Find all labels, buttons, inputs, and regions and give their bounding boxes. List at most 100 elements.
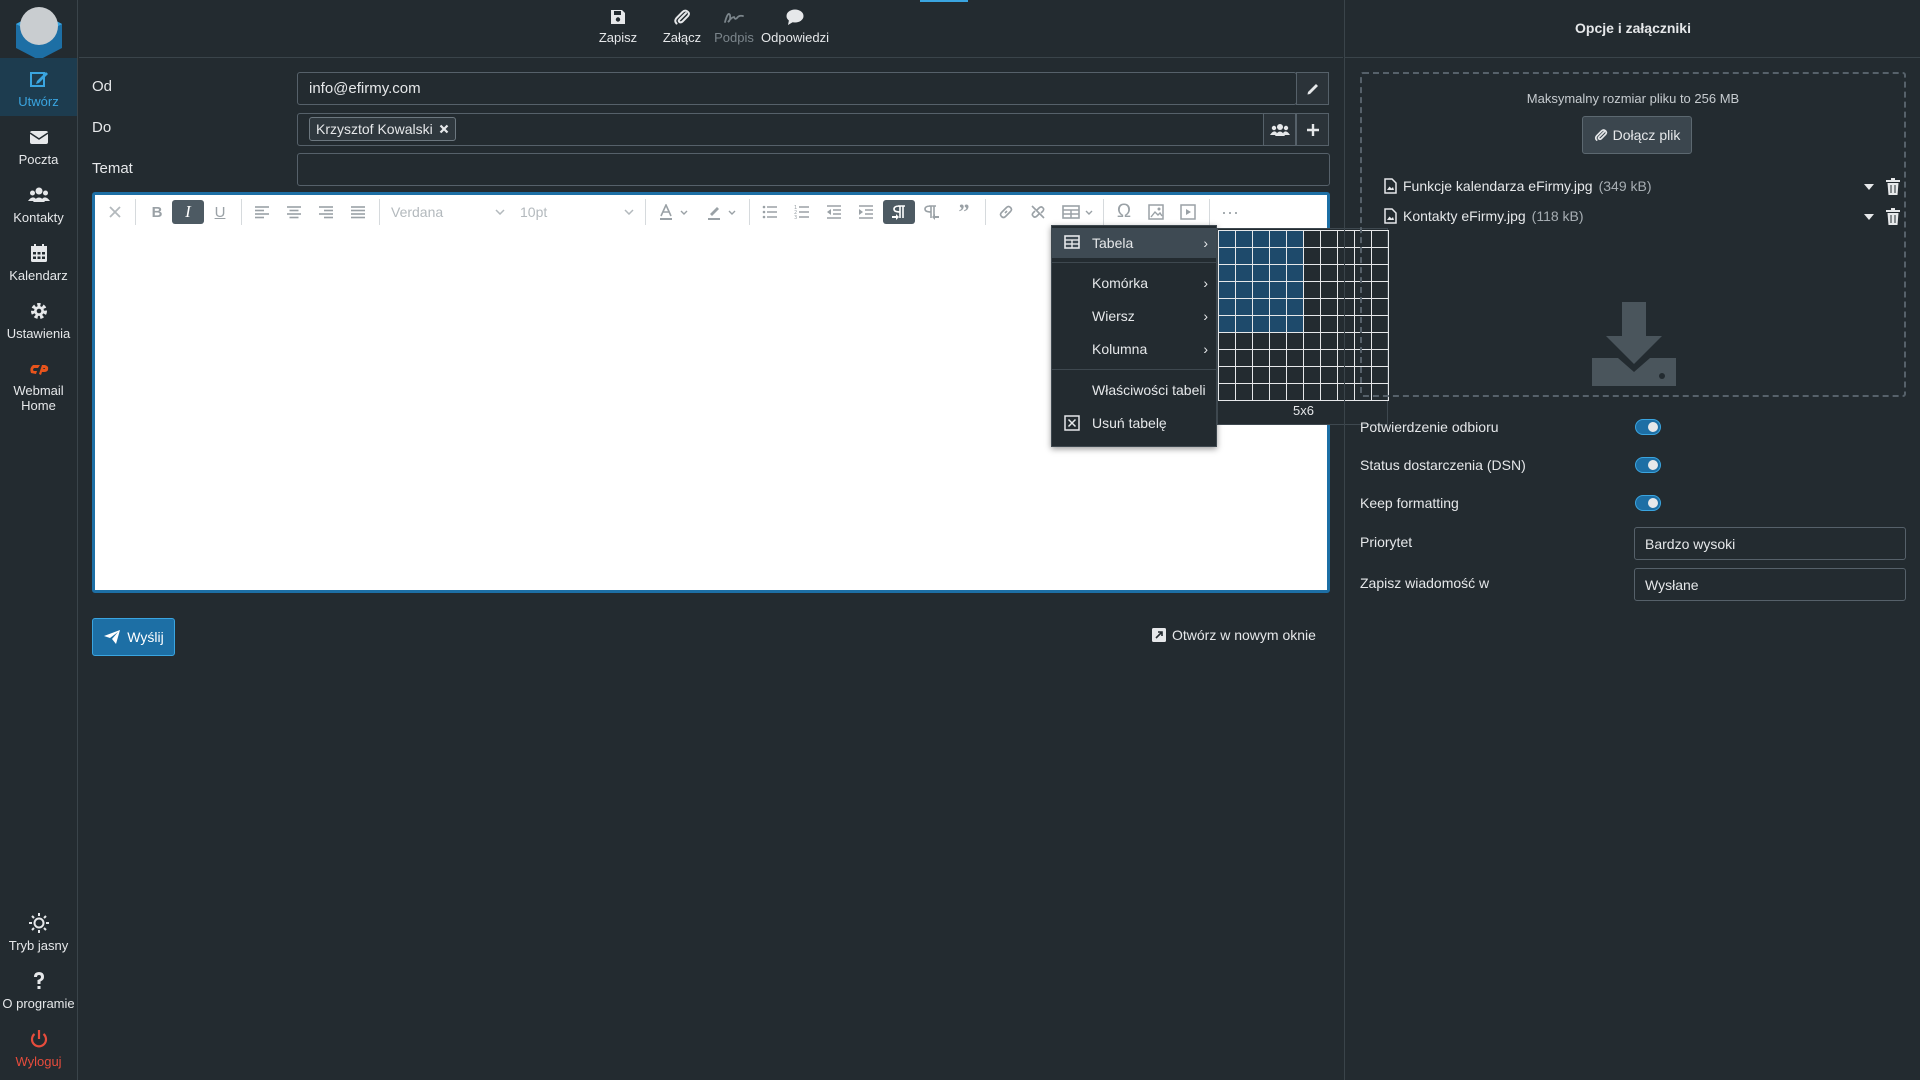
image-icon[interactable] xyxy=(1141,200,1171,224)
menu-item-cell[interactable]: Komórka › xyxy=(1052,268,1216,298)
priority-label: Priorytet xyxy=(1360,534,1413,550)
to-label: Do xyxy=(92,119,112,136)
font-size-select[interactable]: 10pt xyxy=(516,200,638,224)
loading-indicator xyxy=(920,0,968,2)
options-panel-title: Opcje i załączniki xyxy=(1575,20,1691,36)
nav-mail[interactable]: Poczta xyxy=(0,126,77,176)
priority-select[interactable]: Bardzo wysoki xyxy=(1634,527,1906,560)
from-label: Od xyxy=(92,78,113,95)
read-receipt-toggle[interactable] xyxy=(1635,419,1661,435)
italic-icon[interactable]: I xyxy=(172,200,204,224)
align-center-icon[interactable] xyxy=(279,200,309,224)
responses-label: Odpowiedzi xyxy=(761,30,829,45)
delete-table-icon xyxy=(1064,415,1080,431)
attachment-item[interactable]: Kontakty eFirmy.jpg (118 kB) xyxy=(1384,208,1584,224)
attachment-name: Funkcje kalendarza eFirmy.jpg xyxy=(1403,178,1593,194)
font-family-value: Verdana xyxy=(391,204,444,220)
chevron-right-icon: › xyxy=(1203,308,1208,324)
app-logo[interactable] xyxy=(12,4,66,60)
signature-button[interactable]: Podpis xyxy=(709,8,759,45)
remove-recipient-icon[interactable] xyxy=(439,124,449,134)
signature-icon xyxy=(724,13,744,23)
file-image-icon xyxy=(1384,208,1397,224)
keep-formatting-toggle[interactable] xyxy=(1635,495,1661,511)
paperclip-icon xyxy=(1594,129,1607,141)
menu-item-row[interactable]: Wiersz › xyxy=(1052,301,1216,331)
plus-icon xyxy=(1306,123,1319,136)
save-button[interactable]: Zapisz xyxy=(591,8,645,45)
align-right-icon[interactable] xyxy=(311,200,341,224)
save-in-label: Zapisz wiadomość w xyxy=(1360,575,1490,591)
underline-icon[interactable]: U xyxy=(205,200,235,224)
table-icon[interactable] xyxy=(1057,200,1097,224)
signature-label: Podpis xyxy=(714,30,754,45)
font-size-value: 10pt xyxy=(520,204,548,220)
responses-button[interactable]: Odpowiedzi xyxy=(759,8,831,45)
text-color-icon[interactable] xyxy=(651,200,695,224)
toolbar-separator xyxy=(241,199,242,225)
nav-webmail-home[interactable]: Webmail Home xyxy=(0,357,77,417)
clear-format-icon[interactable] xyxy=(103,200,127,224)
nav-light-mode-label: Tryb jasny xyxy=(8,938,69,953)
bold-icon[interactable]: B xyxy=(142,200,172,224)
toolbar-separator xyxy=(1103,199,1104,225)
blockquote-icon[interactable]: ” xyxy=(949,199,979,224)
attachment-size: (118 kB) xyxy=(1531,208,1584,224)
recipient-chip[interactable]: Krzysztof Kowalski xyxy=(309,117,456,141)
trash-icon[interactable] xyxy=(1886,178,1900,195)
numbered-list-icon[interactable]: 123 xyxy=(787,200,817,224)
chevron-down-icon xyxy=(624,209,634,215)
attachment-item[interactable]: Funkcje kalendarza eFirmy.jpg (349 kB) xyxy=(1384,178,1652,194)
indent-icon[interactable] xyxy=(851,200,881,224)
question-icon xyxy=(33,972,44,989)
pencil-icon xyxy=(1307,83,1318,94)
send-button[interactable]: Wyślij xyxy=(92,618,175,656)
envelope-icon xyxy=(29,131,48,144)
more-options-icon[interactable]: ··· xyxy=(1215,200,1245,224)
font-family-select[interactable]: Verdana xyxy=(387,200,509,224)
from-field[interactable]: info@efirmy.com xyxy=(297,72,1297,105)
align-left-icon[interactable] xyxy=(247,200,277,224)
nav-logout[interactable]: Wyloguj xyxy=(0,1028,77,1078)
highlight-color-icon[interactable] xyxy=(699,200,743,224)
menu-item-cell-label: Komórka xyxy=(1092,275,1149,291)
menu-item-table-properties[interactable]: Właściwości tabeli xyxy=(1052,375,1216,405)
unlink-icon[interactable] xyxy=(1023,200,1053,224)
chevron-right-icon: › xyxy=(1203,275,1208,291)
nav-webmail-home-label: Webmail Home xyxy=(13,383,64,413)
nav-contacts[interactable]: Kontakty xyxy=(0,184,77,234)
ltr-direction-icon[interactable] xyxy=(883,200,915,224)
outdent-icon[interactable] xyxy=(819,200,849,224)
menu-item-delete-table[interactable]: Usuń tabelę xyxy=(1052,408,1216,438)
nav-light-mode[interactable]: Tryb jasny xyxy=(0,912,77,962)
nav-settings[interactable]: Ustawienia xyxy=(0,300,77,350)
add-header-button[interactable] xyxy=(1296,113,1329,146)
subject-field[interactable] xyxy=(297,153,1330,186)
media-icon[interactable] xyxy=(1173,200,1203,224)
trash-icon[interactable] xyxy=(1886,208,1900,225)
attachments-dropzone[interactable]: Maksymalny rozmiar pliku to 256 MB Dołąc… xyxy=(1360,72,1906,397)
menu-item-column[interactable]: Kolumna › xyxy=(1052,334,1216,364)
attach-button[interactable]: Załącz xyxy=(657,8,707,45)
special-character-icon[interactable]: Ω xyxy=(1109,200,1139,224)
attach-file-button[interactable]: Dołącz plik xyxy=(1582,116,1692,154)
attachment-controls xyxy=(1864,178,1900,195)
align-justify-icon[interactable] xyxy=(343,200,373,224)
open-new-window-link[interactable]: Otwórz w nowym oknie xyxy=(1152,627,1316,643)
panel-divider xyxy=(1345,57,1920,58)
rtl-direction-icon[interactable] xyxy=(917,200,947,224)
nav-about[interactable]: O programie xyxy=(0,970,77,1020)
bullet-list-icon[interactable] xyxy=(755,200,785,224)
attachment-name: Kontakty eFirmy.jpg xyxy=(1403,208,1526,224)
link-icon[interactable] xyxy=(991,200,1021,224)
caret-down-icon[interactable] xyxy=(1864,213,1874,220)
caret-down-icon[interactable] xyxy=(1864,183,1874,190)
address-book-button[interactable] xyxy=(1263,113,1296,146)
dsn-toggle[interactable] xyxy=(1635,457,1661,473)
edit-identity-button[interactable] xyxy=(1296,72,1329,105)
nav-compose[interactable]: Utwórz xyxy=(0,58,77,116)
nav-calendar[interactable]: Kalendarz xyxy=(0,242,77,292)
menu-item-table[interactable]: Tabela › xyxy=(1052,228,1216,258)
save-label: Zapisz xyxy=(598,30,638,45)
save-in-select[interactable]: Wysłane xyxy=(1634,568,1906,601)
